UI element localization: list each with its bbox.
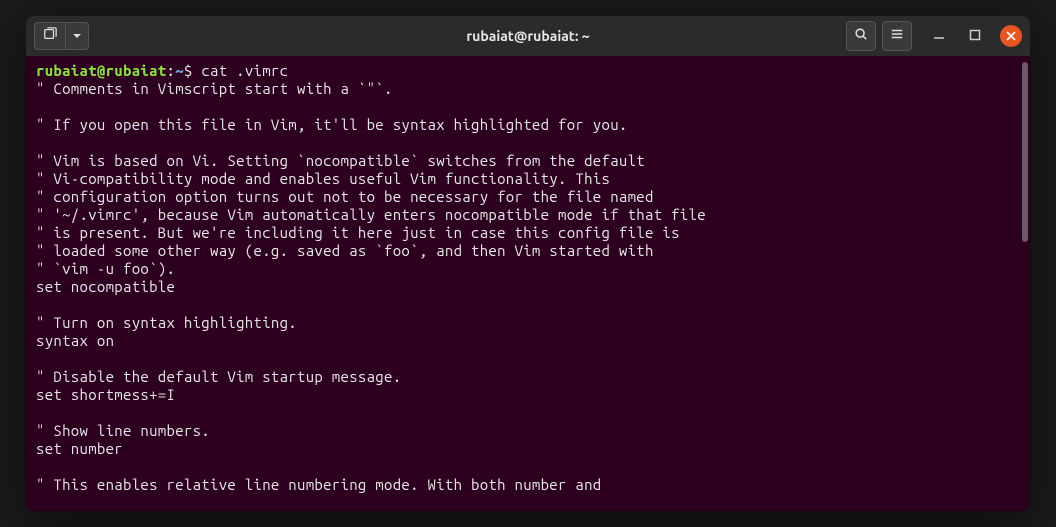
minimize-button[interactable] <box>928 25 950 47</box>
terminal-body[interactable]: rubaiat@rubaiat:~$ cat .vimrc " Comments… <box>26 56 1030 511</box>
output-line: " is present. But we're including it her… <box>36 224 1020 242</box>
chevron-down-icon <box>72 27 82 45</box>
search-button[interactable] <box>846 21 876 51</box>
titlebar-left <box>34 22 89 50</box>
output-line: " Turn on syntax highlighting. <box>36 314 1020 332</box>
output-line: " If you open this file in Vim, it'll be… <box>36 116 1020 134</box>
output-line: set nocompatible <box>36 278 1020 296</box>
output-line: set shortmess+=I <box>36 386 1020 404</box>
close-icon <box>1006 27 1016 45</box>
terminal-window: rubaiat@rubaiat: ~ <box>26 16 1030 511</box>
search-icon <box>854 27 868 45</box>
maximize-button[interactable] <box>964 25 986 47</box>
output-line: syntax on <box>36 332 1020 350</box>
maximize-icon <box>969 27 981 45</box>
prompt-command: cat .vimrc <box>193 62 289 79</box>
minimize-icon <box>933 27 945 45</box>
output-line: " Comments in Vimscript start with a `"`… <box>36 80 1020 98</box>
output-line: " '~/.vimrc', because Vim automatically … <box>36 206 1020 224</box>
output-line <box>36 458 1020 476</box>
output-line: " Show line numbers. <box>36 422 1020 440</box>
scrollbar[interactable] <box>1022 62 1028 242</box>
output-line: set number <box>36 440 1020 458</box>
new-tab-dropdown[interactable] <box>65 22 89 50</box>
output-line <box>36 350 1020 368</box>
prompt-dollar: $ <box>184 62 193 79</box>
menu-button[interactable] <box>882 21 912 51</box>
close-button[interactable] <box>1000 25 1022 47</box>
output-line: " Vim is based on Vi. Setting `nocompati… <box>36 152 1020 170</box>
terminal-output: " Comments in Vimscript start with a `"`… <box>36 80 1020 494</box>
output-line <box>36 98 1020 116</box>
hamburger-icon <box>890 27 904 45</box>
output-line: " loaded some other way (e.g. saved as `… <box>36 242 1020 260</box>
output-line <box>36 134 1020 152</box>
prompt-colon: : <box>167 62 176 79</box>
new-tab-button[interactable] <box>34 22 65 50</box>
output-line: " configuration option turns out not to … <box>36 188 1020 206</box>
output-line <box>36 296 1020 314</box>
output-line: " Disable the default Vim startup messag… <box>36 368 1020 386</box>
prompt-line: rubaiat@rubaiat:~$ cat .vimrc <box>36 62 1020 80</box>
new-tab-icon <box>43 27 57 45</box>
output-line: " Vi-compatibility mode and enables usef… <box>36 170 1020 188</box>
window-controls <box>928 25 1022 47</box>
titlebar-right <box>846 21 1022 51</box>
prompt-user-host: rubaiat@rubaiat <box>36 62 167 79</box>
window-title: rubaiat@rubaiat: ~ <box>466 28 589 44</box>
prompt-path: ~ <box>175 62 184 79</box>
output-line: " This enables relative line numbering m… <box>36 476 1020 494</box>
output-line <box>36 404 1020 422</box>
output-line: " `vim -u foo`). <box>36 260 1020 278</box>
titlebar: rubaiat@rubaiat: ~ <box>26 16 1030 56</box>
